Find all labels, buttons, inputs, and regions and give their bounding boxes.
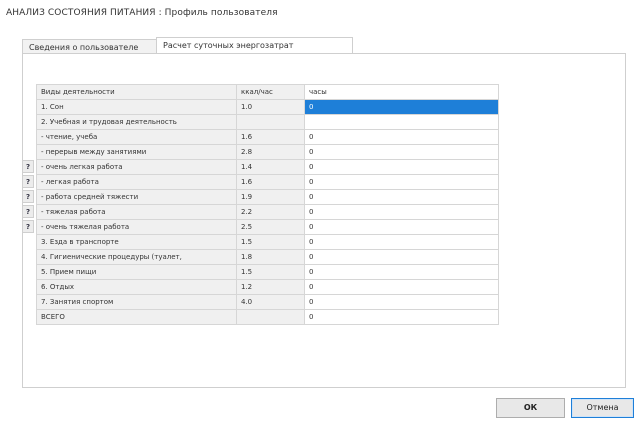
column-header-kcal: ккал/час [236, 84, 305, 100]
kcal-cell: 1.5 [236, 234, 305, 250]
activity-table: Виды деятельности ккал/час часы 1. Сон 1.… [36, 84, 499, 325]
activity-cell: - перерыв между занятиями [36, 144, 237, 160]
activity-cell: 4. Гигиенические процедуры (туалет, [36, 249, 237, 265]
activity-cell: ВСЕГО [36, 309, 237, 325]
ok-button[interactable]: ОК [496, 398, 565, 418]
activity-cell: - очень тяжелая работа [36, 219, 237, 235]
kcal-cell: 1.6 [236, 174, 305, 190]
kcal-cell: 2.2 [236, 204, 305, 220]
hours-cell[interactable] [304, 114, 499, 130]
activity-cell: 6. Отдых [36, 279, 237, 295]
activity-cell: - очень легкая работа [36, 159, 237, 175]
help-button[interactable]: ? [22, 205, 34, 218]
help-button[interactable]: ? [22, 175, 34, 188]
kcal-cell [236, 114, 305, 130]
table-row: - перерыв между занятиями 2.8 0 [36, 144, 499, 160]
help-button[interactable]: ? [22, 160, 34, 173]
cancel-button[interactable]: Отмена [571, 398, 634, 418]
column-header-hours: часы [304, 84, 499, 100]
tab-energy-calculation[interactable]: Расчет суточных энергозатрат [156, 37, 353, 53]
kcal-cell: 2.5 [236, 219, 305, 235]
table-row: 5. Прием пищи 1.5 0 [36, 264, 499, 280]
kcal-cell [236, 309, 305, 325]
profile-window: АНАЛИЗ СОСТОЯНИЯ ПИТАНИЯ : Профиль польз… [0, 0, 643, 421]
kcal-cell: 1.5 [236, 264, 305, 280]
hours-cell[interactable]: 0 [304, 189, 499, 205]
hours-cell[interactable]: 0 [304, 279, 499, 295]
hours-cell[interactable]: 0 [304, 294, 499, 310]
hours-cell[interactable]: 0 [304, 249, 499, 265]
hours-cell[interactable]: 0 [304, 264, 499, 280]
table-row: - легкая работа 1.6 0 [36, 174, 499, 190]
window-title: АНАЛИЗ СОСТОЯНИЯ ПИТАНИЯ : Профиль польз… [6, 8, 278, 18]
table-row: - очень тяжелая работа 2.5 0 [36, 219, 499, 235]
table-row: 7. Занятия спортом 4.0 0 [36, 294, 499, 310]
hours-cell[interactable]: 0 [304, 219, 499, 235]
table-row: ВСЕГО 0 [36, 309, 499, 325]
help-button[interactable]: ? [22, 220, 34, 233]
tab-user-info[interactable]: Сведения о пользователе [22, 39, 157, 54]
kcal-cell: 1.2 [236, 279, 305, 295]
hours-cell[interactable]: 0 [304, 159, 499, 175]
column-header-activity: Виды деятельности [36, 84, 237, 100]
table-row: 3. Езда в транспорте 1.5 0 [36, 234, 499, 250]
table-row: 6. Отдых 1.2 0 [36, 279, 499, 295]
hours-cell[interactable]: 0 [304, 309, 499, 325]
table-row: - тяжелая работа 2.2 0 [36, 204, 499, 220]
kcal-cell: 1.9 [236, 189, 305, 205]
hours-cell[interactable]: 0 [304, 174, 499, 190]
kcal-cell: 1.8 [236, 249, 305, 265]
activity-cell: - работа средней тяжести [36, 189, 237, 205]
table-header-row: Виды деятельности ккал/час часы [36, 84, 499, 100]
hours-cell[interactable]: 0 [304, 204, 499, 220]
activity-cell: 2. Учебная и трудовая деятельность [36, 114, 237, 130]
activity-cell: 1. Сон [36, 99, 237, 115]
hours-cell[interactable]: 0 [304, 234, 499, 250]
table-row: 1. Сон 1.0 0 [36, 99, 499, 115]
kcal-cell: 1.0 [236, 99, 305, 115]
table-row: - очень легкая работа 1.4 0 [36, 159, 499, 175]
hours-cell[interactable]: 0 [304, 129, 499, 145]
activity-cell: 7. Занятия спортом [36, 294, 237, 310]
table-row: - работа средней тяжести 1.9 0 [36, 189, 499, 205]
activity-cell: 5. Прием пищи [36, 264, 237, 280]
kcal-cell: 1.6 [236, 129, 305, 145]
table-row: 2. Учебная и трудовая деятельность [36, 114, 499, 130]
kcal-cell: 2.8 [236, 144, 305, 160]
kcal-cell: 4.0 [236, 294, 305, 310]
kcal-cell: 1.4 [236, 159, 305, 175]
table-row: - чтение, учеба 1.6 0 [36, 129, 499, 145]
hours-cell[interactable]: 0 [304, 99, 499, 115]
activity-cell: 3. Езда в транспорте [36, 234, 237, 250]
help-button[interactable]: ? [22, 190, 34, 203]
activity-cell: - чтение, учеба [36, 129, 237, 145]
activity-cell: - тяжелая работа [36, 204, 237, 220]
activity-cell: - легкая работа [36, 174, 237, 190]
hours-cell[interactable]: 0 [304, 144, 499, 160]
table-row: 4. Гигиенические процедуры (туалет, 1.8 0 [36, 249, 499, 265]
